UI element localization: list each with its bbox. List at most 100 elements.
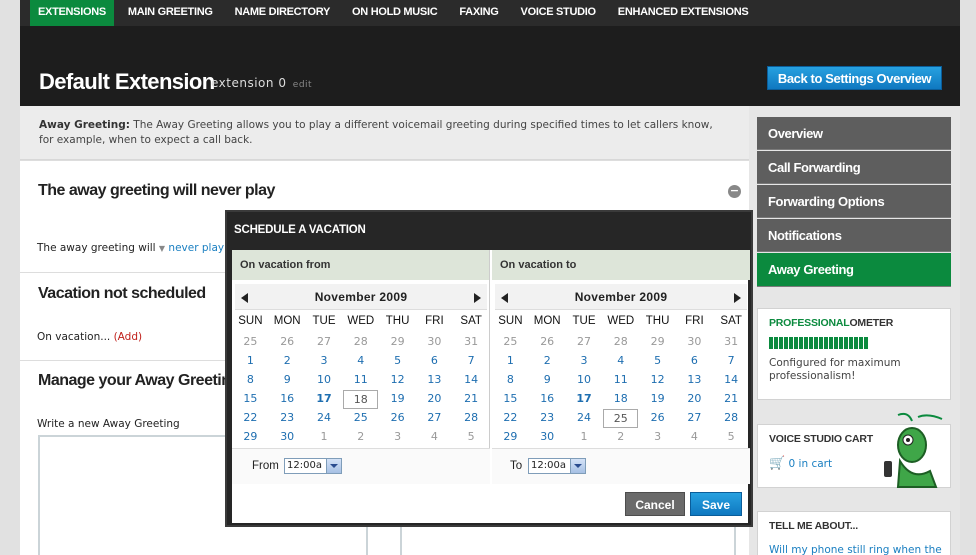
to-day-cell[interactable]: 13 [676,371,713,390]
from-day-cell[interactable]: 10 [306,371,343,390]
from-day-cell[interactable]: 5 [453,428,490,447]
to-day-cell[interactable]: 27 [566,333,603,352]
from-day-cell[interactable]: 30 [269,428,306,447]
to-day-cell[interactable]: 26 [529,333,566,352]
to-day-cell[interactable]: 1 [492,352,529,371]
from-day-cell[interactable]: 25 [342,409,379,428]
from-day-cell[interactable]: 13 [416,371,453,390]
from-day-cell[interactable]: 3 [379,428,416,447]
from-day-cell[interactable]: 20 [416,390,453,409]
from-day-cell[interactable]: 7 [453,352,490,371]
from-day-cell[interactable]: 26 [379,409,416,428]
save-button[interactable]: Save [690,492,742,516]
sidebar-item-notifications[interactable]: Notifications [757,219,951,252]
from-day-cell[interactable]: 18 [343,390,379,409]
to-day-cell[interactable]: 3 [639,428,676,447]
from-day-cell[interactable]: 29 [232,428,269,447]
tab-faxing[interactable]: FAXING [451,0,506,26]
to-day-cell[interactable]: 5 [713,428,750,447]
to-day-cell[interactable]: 2 [602,428,639,447]
collapse-icon[interactable]: − [728,185,741,198]
from-day-cell[interactable]: 17 [306,390,343,409]
to-day-cell[interactable]: 26 [639,409,676,428]
from-day-cell[interactable]: 6 [416,352,453,371]
from-day-cell[interactable]: 31 [453,333,490,352]
from-day-cell[interactable]: 19 [379,390,416,409]
from-day-cell[interactable]: 22 [232,409,269,428]
to-day-cell[interactable]: 4 [602,352,639,371]
add-vacation-link[interactable]: (Add) [114,331,143,343]
tab-on-hold-music[interactable]: ON HOLD MUSIC [344,0,445,26]
from-day-cell[interactable]: 21 [453,390,490,409]
to-day-cell[interactable]: 15 [492,390,529,409]
tab-extensions[interactable]: EXTENSIONS [30,0,114,26]
to-day-cell[interactable]: 28 [602,333,639,352]
to-day-cell[interactable]: 19 [639,390,676,409]
to-next-month-icon[interactable] [734,293,741,303]
to-day-cell[interactable]: 25 [603,409,639,428]
from-day-cell[interactable]: 15 [232,390,269,409]
never-play-link[interactable]: never play [168,242,224,254]
to-day-cell[interactable]: 17 [566,390,603,409]
from-day-cell[interactable]: 1 [232,352,269,371]
from-day-cell[interactable]: 4 [342,352,379,371]
to-day-cell[interactable]: 20 [676,390,713,409]
edit-extension-link[interactable]: edit [293,80,312,90]
back-to-settings-button[interactable]: Back to Settings Overview [767,66,942,90]
from-next-month-icon[interactable] [474,293,481,303]
to-day-cell[interactable]: 8 [492,371,529,390]
from-day-cell[interactable]: 29 [379,333,416,352]
from-day-cell[interactable]: 30 [416,333,453,352]
to-day-cell[interactable]: 1 [566,428,603,447]
from-day-cell[interactable]: 1 [306,428,343,447]
to-day-cell[interactable]: 4 [676,428,713,447]
to-day-cell[interactable]: 18 [602,390,639,409]
from-day-cell[interactable]: 28 [342,333,379,352]
to-day-cell[interactable]: 24 [566,409,603,428]
to-day-cell[interactable]: 27 [676,409,713,428]
to-day-cell[interactable]: 9 [529,371,566,390]
to-day-cell[interactable]: 29 [639,333,676,352]
to-day-cell[interactable]: 30 [529,428,566,447]
to-day-cell[interactable]: 25 [492,333,529,352]
to-day-cell[interactable]: 31 [713,333,750,352]
from-day-cell[interactable]: 24 [306,409,343,428]
to-day-cell[interactable]: 11 [602,371,639,390]
to-day-cell[interactable]: 10 [566,371,603,390]
to-day-cell[interactable]: 3 [566,352,603,371]
from-day-cell[interactable]: 16 [269,390,306,409]
to-day-cell[interactable]: 16 [529,390,566,409]
to-day-cell[interactable]: 12 [639,371,676,390]
to-day-cell[interactable]: 28 [713,409,750,428]
from-day-cell[interactable]: 23 [269,409,306,428]
from-day-cell[interactable]: 26 [269,333,306,352]
from-day-cell[interactable]: 27 [416,409,453,428]
to-day-cell[interactable]: 2 [529,352,566,371]
to-day-cell[interactable]: 5 [639,352,676,371]
to-day-cell[interactable]: 6 [676,352,713,371]
to-day-cell[interactable]: 7 [713,352,750,371]
from-day-cell[interactable]: 2 [342,428,379,447]
to-day-cell[interactable]: 21 [713,390,750,409]
from-time-select[interactable]: 12:00a [284,458,342,474]
from-day-cell[interactable]: 27 [306,333,343,352]
tab-voice-studio[interactable]: VOICE STUDIO [513,0,604,26]
from-day-cell[interactable]: 4 [416,428,453,447]
from-day-cell[interactable]: 5 [379,352,416,371]
from-day-cell[interactable]: 9 [269,371,306,390]
from-day-cell[interactable]: 11 [342,371,379,390]
from-day-cell[interactable]: 14 [453,371,490,390]
to-day-cell[interactable]: 23 [529,409,566,428]
to-day-cell[interactable]: 30 [676,333,713,352]
cancel-button[interactable]: Cancel [625,492,685,516]
from-day-cell[interactable]: 3 [306,352,343,371]
sidebar-item-call-forwarding[interactable]: Call Forwarding [757,151,951,184]
from-day-cell[interactable]: 8 [232,371,269,390]
from-day-cell[interactable]: 28 [453,409,490,428]
from-day-cell[interactable]: 25 [232,333,269,352]
sidebar-item-away-greeting[interactable]: Away Greeting [757,253,951,287]
sidebar-item-forwarding-options[interactable]: Forwarding Options [757,185,951,218]
to-time-select[interactable]: 12:00a [528,458,586,474]
to-day-cell[interactable]: 14 [713,371,750,390]
to-day-cell[interactable]: 22 [492,409,529,428]
